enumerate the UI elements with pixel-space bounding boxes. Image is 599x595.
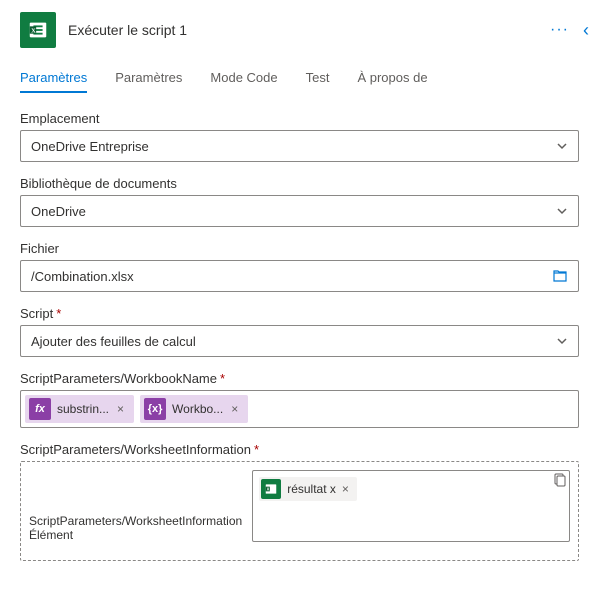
array-item-label: ScriptParameters/WorksheetInformation Él… [29, 514, 242, 542]
token-remove[interactable]: × [229, 402, 240, 416]
more-menu[interactable]: ··· [550, 21, 569, 39]
field-library: Bibliothèque de documents OneDrive [20, 176, 579, 227]
label-location: Emplacement [20, 111, 579, 126]
tab-parameters-2[interactable]: Paramètres [115, 70, 182, 93]
select-script[interactable]: Ajouter des feuilles de calcul [20, 325, 579, 357]
braces-icon: {x} [144, 398, 166, 420]
chevron-down-icon [556, 205, 568, 217]
token-substring-label: substrin... [57, 402, 109, 416]
label-library: Bibliothèque de documents [20, 176, 579, 191]
field-worksheet-info: ScriptParameters/WorksheetInformation * … [20, 442, 579, 561]
chip-label: résultat x [287, 482, 336, 496]
tab-about[interactable]: À propos de [357, 70, 427, 93]
label-file: Fichier [20, 241, 579, 256]
field-file: Fichier /Combination.xlsx [20, 241, 579, 292]
token-remove[interactable]: × [115, 402, 126, 416]
value-library: OneDrive [31, 204, 556, 219]
fx-icon: fx [29, 398, 51, 420]
tab-parameters[interactable]: Paramètres [20, 70, 87, 93]
field-script: Script * Ajouter des feuilles de calcul [20, 306, 579, 357]
value-file: /Combination.xlsx [31, 269, 546, 284]
svg-text:X: X [267, 486, 270, 491]
chevron-down-icon [556, 335, 568, 347]
label-workbook-name: ScriptParameters/WorkbookName * [20, 371, 579, 386]
label-worksheet-info: ScriptParameters/WorksheetInformation * [20, 442, 579, 457]
array-item-input[interactable]: X résultat x × [252, 470, 570, 542]
required-asterisk: * [220, 371, 225, 386]
tab-test[interactable]: Test [306, 70, 330, 93]
excel-icon: X [20, 12, 56, 48]
action-header: X Exécuter le script 1 ··· ‹ [20, 12, 579, 48]
select-location[interactable]: OneDrive Entreprise [20, 130, 579, 162]
label-script: Script * [20, 306, 579, 321]
file-picker-icon[interactable] [552, 268, 568, 284]
token-workbook[interactable]: {x} Workbo... × [140, 395, 248, 423]
chip-remove[interactable]: × [342, 482, 349, 496]
input-file[interactable]: /Combination.xlsx [20, 260, 579, 292]
select-library[interactable]: OneDrive [20, 195, 579, 227]
dynamic-content-icon[interactable] [552, 472, 568, 488]
tabs: Paramètres Paramètres Mode Code Test À p… [20, 70, 579, 93]
value-script: Ajouter des feuilles de calcul [31, 334, 556, 349]
chevron-down-icon [556, 140, 568, 152]
token-workbook-label: Workbo... [172, 402, 223, 416]
field-workbook-name: ScriptParameters/WorkbookName * fx subst… [20, 371, 579, 428]
required-asterisk: * [254, 442, 259, 457]
excel-icon: X [261, 479, 281, 499]
field-location: Emplacement OneDrive Entreprise [20, 111, 579, 162]
required-asterisk: * [56, 306, 61, 321]
tab-code-mode[interactable]: Mode Code [210, 70, 277, 93]
token-substring[interactable]: fx substrin... × [25, 395, 134, 423]
svg-text:X: X [31, 27, 36, 34]
array-container: ScriptParameters/WorksheetInformation Él… [20, 461, 579, 561]
value-location: OneDrive Entreprise [31, 139, 556, 154]
input-workbook-name[interactable]: fx substrin... × {x} Workbo... × [20, 390, 579, 428]
chip-result[interactable]: X résultat x × [259, 477, 357, 501]
action-title: Exécuter le script 1 [68, 22, 538, 38]
collapse-chevron-icon[interactable]: ‹ [583, 20, 589, 41]
